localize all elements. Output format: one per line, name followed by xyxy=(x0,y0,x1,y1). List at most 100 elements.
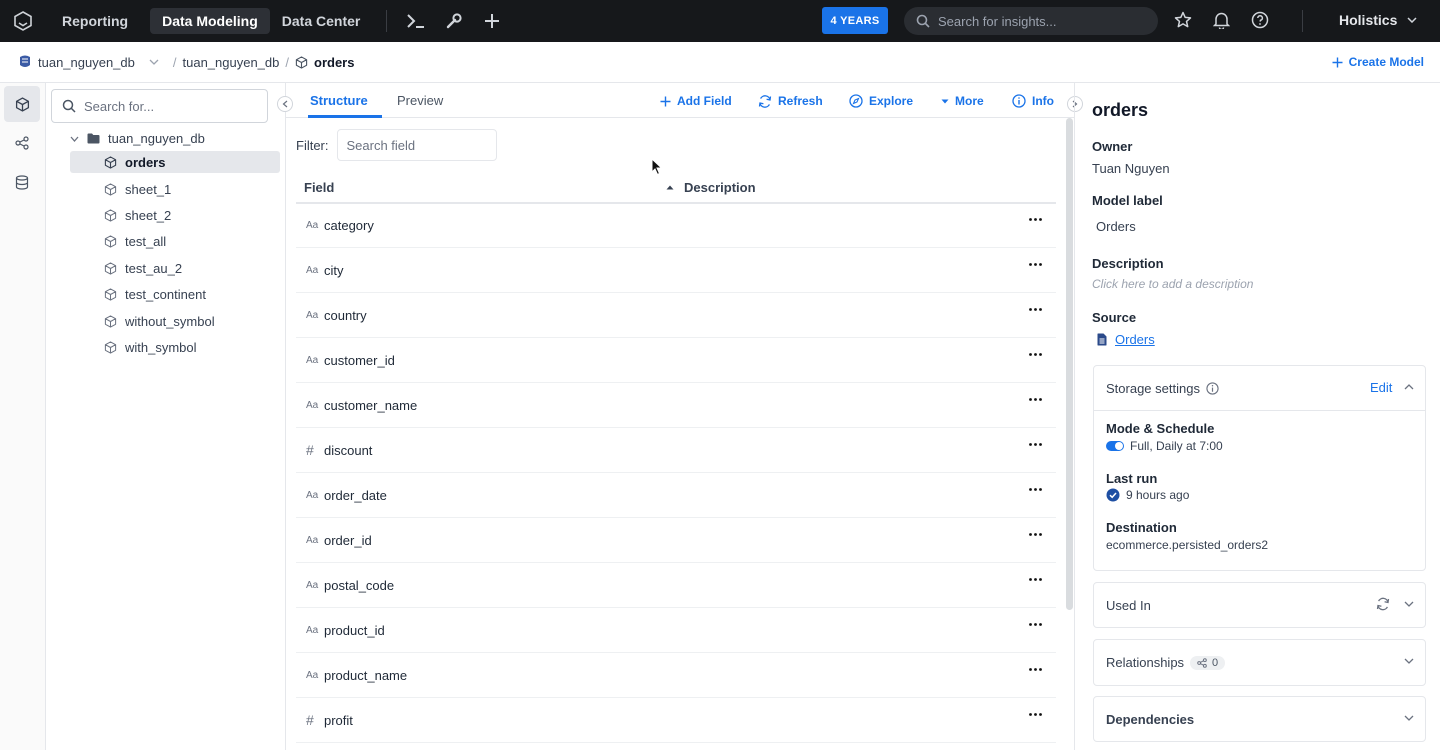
table-row[interactable]: Aa postal_code xyxy=(296,563,1056,608)
tree-item-orders[interactable]: orders xyxy=(70,151,280,173)
last-run-label: Last run xyxy=(1106,471,1158,486)
table-row[interactable]: Aa product_id xyxy=(296,608,1056,653)
workspace-menu[interactable]: Holistics xyxy=(1339,12,1417,28)
dependencies-card[interactable]: Dependencies xyxy=(1093,696,1426,742)
column-header-field[interactable]: Field xyxy=(304,180,334,195)
help-icon[interactable] xyxy=(1251,11,1269,29)
insights-search-input[interactable]: Search for insights... xyxy=(904,7,1158,35)
dependencies-header[interactable]: Dependencies xyxy=(1094,697,1425,741)
tree-folder-root[interactable]: tuan_nguyen_db xyxy=(70,131,205,146)
storage-settings-body: Mode & Schedule Full, Daily at 7:00 Last… xyxy=(1094,410,1425,570)
more-horizontal-icon[interactable] xyxy=(1029,353,1042,356)
breadcrumb-folder[interactable]: tuan_nguyen_db xyxy=(183,55,280,70)
folder-icon xyxy=(87,133,100,144)
tree-item-without-symbol[interactable]: without_symbol xyxy=(70,310,280,332)
table-row[interactable]: Aa customer_id xyxy=(296,338,1056,383)
tab-structure[interactable]: Structure xyxy=(310,93,368,108)
holistics-logo-icon[interactable] xyxy=(0,11,46,31)
chevron-up-icon[interactable] xyxy=(1404,384,1414,390)
relationships-card[interactable]: Relationships 0 xyxy=(1093,639,1426,686)
used-in-title: Used In xyxy=(1106,597,1151,613)
tree-item-test-continent[interactable]: test_continent xyxy=(70,283,280,305)
models-rail-button[interactable] xyxy=(4,86,40,122)
description-input[interactable]: Click here to add a description xyxy=(1092,277,1253,291)
more-horizontal-icon[interactable] xyxy=(1029,533,1042,536)
text-type-icon: Aa xyxy=(306,624,319,636)
tree-item-label: test_all xyxy=(125,233,167,249)
more-horizontal-icon[interactable] xyxy=(1029,398,1042,401)
text-type-icon: Aa xyxy=(306,534,319,546)
explore-button[interactable]: Explore xyxy=(849,94,913,108)
nav-tab-data-modeling[interactable]: Data Modeling xyxy=(150,8,270,34)
table-row[interactable]: Aa order_date xyxy=(296,473,1056,518)
used-in-card[interactable]: Used In xyxy=(1093,582,1426,628)
table-row[interactable]: Aa category xyxy=(296,203,1056,248)
more-button[interactable]: More xyxy=(941,94,984,108)
table-row[interactable]: Aa product_name xyxy=(296,653,1056,698)
tab-preview[interactable]: Preview xyxy=(397,93,443,108)
more-horizontal-icon[interactable] xyxy=(1029,488,1042,491)
more-horizontal-icon[interactable] xyxy=(1029,713,1042,716)
owner-value: Tuan Nguyen xyxy=(1092,161,1170,176)
persistence-toggle[interactable] xyxy=(1106,441,1124,451)
search-placeholder: Search for insights... xyxy=(938,13,1057,29)
table-row[interactable]: Aa country xyxy=(296,293,1056,338)
field-search-input[interactable]: Search field xyxy=(336,129,497,161)
nav-tab-reporting[interactable]: Reporting xyxy=(50,8,140,34)
table-row[interactable]: Aa city xyxy=(296,248,1056,293)
chevron-down-icon[interactable] xyxy=(1404,658,1414,664)
source-link[interactable]: Orders xyxy=(1097,332,1155,347)
more-horizontal-icon[interactable] xyxy=(1029,218,1042,221)
more-horizontal-icon[interactable] xyxy=(1029,263,1042,266)
nav-tab-data-center[interactable]: Data Center xyxy=(270,8,373,34)
sort-ascending-icon[interactable] xyxy=(666,185,674,190)
info-icon[interactable] xyxy=(1206,381,1219,395)
relationships-header[interactable]: Relationships 0 xyxy=(1094,640,1425,685)
storage-settings-header[interactable]: Storage settings Edit xyxy=(1094,366,1425,410)
date-range-badge[interactable]: 4 YEARS xyxy=(822,7,888,34)
tree-item-sheet-2[interactable]: sheet_2 xyxy=(70,204,280,226)
more-horizontal-icon[interactable] xyxy=(1029,308,1042,311)
plus-icon[interactable] xyxy=(473,13,511,29)
chevron-down-icon[interactable] xyxy=(1404,601,1414,607)
model-label-value[interactable]: Orders xyxy=(1096,219,1136,234)
star-icon[interactable] xyxy=(1174,11,1192,29)
field-search-placeholder: Search field xyxy=(346,137,416,153)
bell-icon[interactable] xyxy=(1213,11,1230,29)
refresh-button[interactable]: Refresh xyxy=(758,94,823,108)
wrench-icon[interactable] xyxy=(435,12,473,30)
tree-item-test-all[interactable]: test_all xyxy=(70,230,280,252)
tree-folder-label: tuan_nguyen_db xyxy=(108,131,205,146)
breadcrumb-database[interactable]: tuan_nguyen_db xyxy=(18,55,159,70)
table-row[interactable]: # profit xyxy=(296,698,1056,743)
chevron-down-icon xyxy=(149,59,159,65)
terminal-icon[interactable] xyxy=(397,13,435,29)
tree-item-with-symbol[interactable]: with_symbol xyxy=(70,336,280,358)
tree-item-sheet-1[interactable]: sheet_1 xyxy=(70,178,280,200)
used-in-header[interactable]: Used In xyxy=(1094,583,1425,627)
destination-value: ecommerce.persisted_orders2 xyxy=(1106,538,1269,552)
create-model-button[interactable]: Create Model xyxy=(1332,55,1424,69)
storage-edit-button[interactable]: Edit xyxy=(1370,380,1392,395)
table-row[interactable]: Aa customer_name xyxy=(296,383,1056,428)
tree-item-test-au-2[interactable]: test_au_2 xyxy=(70,257,280,279)
model-title: orders xyxy=(1092,100,1149,120)
storage-settings-card: Storage settings Edit Mode & Schedule Fu… xyxy=(1093,365,1426,571)
chevron-down-icon[interactable] xyxy=(1404,715,1414,721)
more-horizontal-icon[interactable] xyxy=(1029,623,1042,626)
relationships-rail-button[interactable] xyxy=(4,125,40,161)
refresh-icon[interactable] xyxy=(1376,597,1390,611)
search-icon xyxy=(916,14,930,28)
more-horizontal-icon[interactable] xyxy=(1029,668,1042,671)
cube-icon xyxy=(295,55,308,69)
add-field-button[interactable]: Add Field xyxy=(660,94,732,108)
tree-search-input[interactable]: Search for... xyxy=(51,89,268,123)
datasets-rail-button[interactable] xyxy=(4,164,40,200)
table-row[interactable]: Aa order_id xyxy=(296,518,1056,563)
more-horizontal-icon[interactable] xyxy=(1029,578,1042,581)
left-rail xyxy=(0,83,46,750)
fields-scrollbar[interactable] xyxy=(1066,118,1073,610)
table-row[interactable]: # discount xyxy=(296,428,1056,473)
info-button[interactable]: Info xyxy=(1012,94,1054,108)
more-horizontal-icon[interactable] xyxy=(1029,443,1042,446)
